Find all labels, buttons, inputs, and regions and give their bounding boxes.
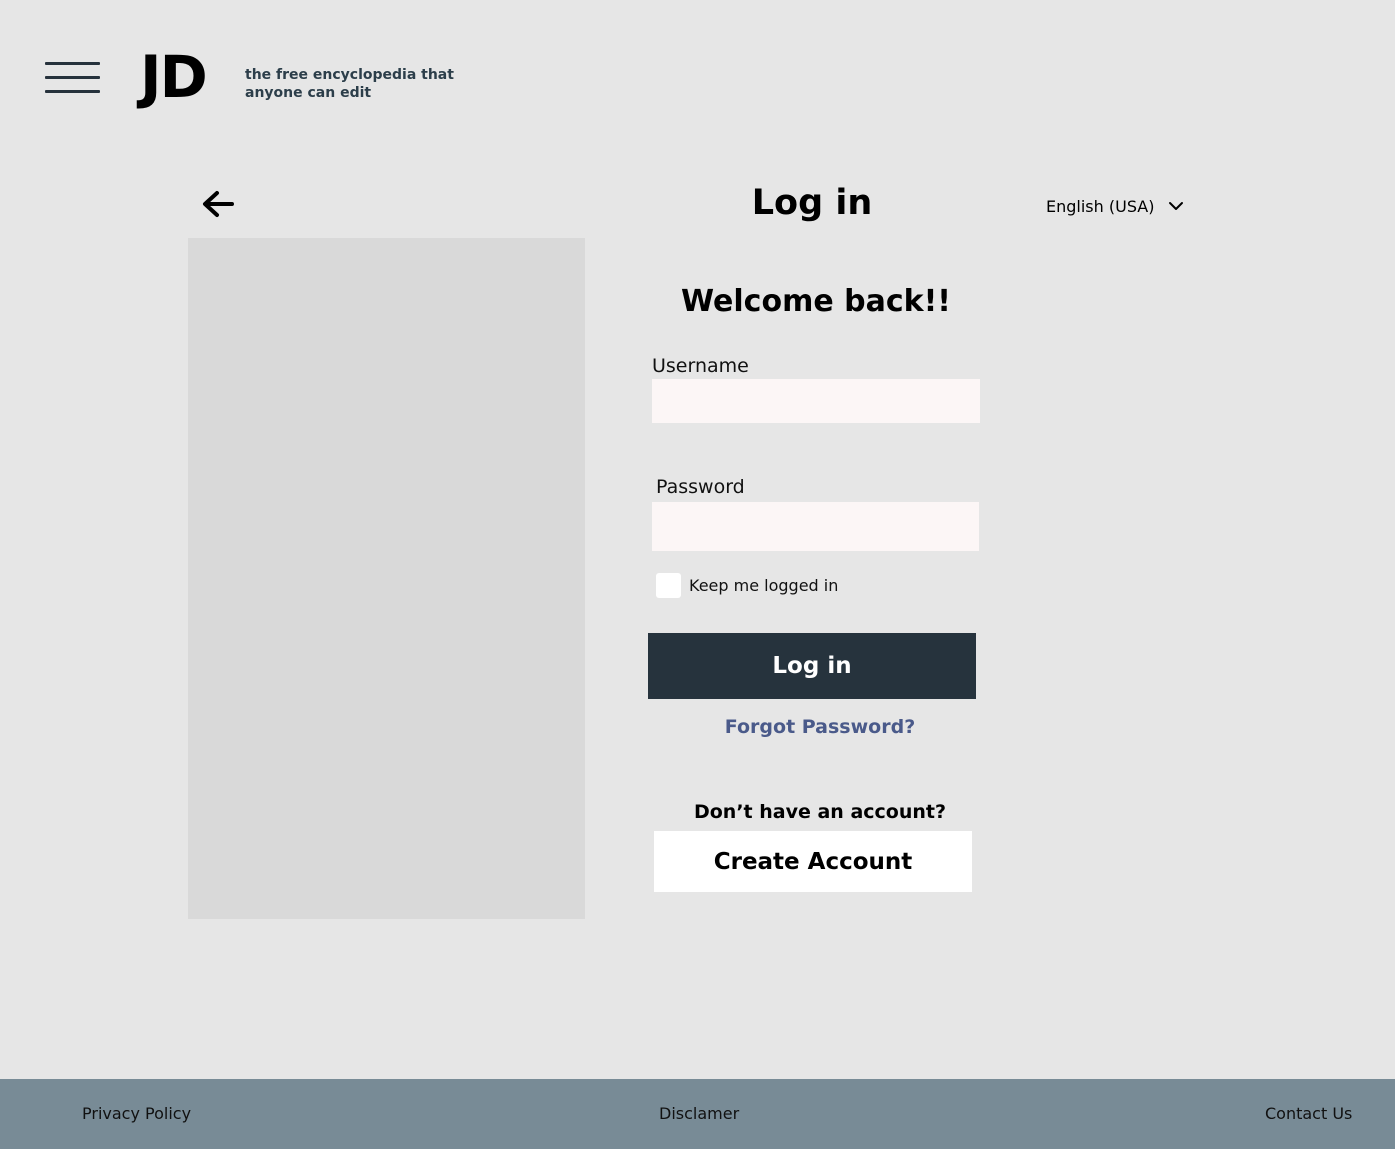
- privacy-policy-link[interactable]: Privacy Policy: [82, 1104, 191, 1124]
- hamburger-icon: [45, 62, 100, 65]
- chevron-down-icon: [1169, 202, 1184, 210]
- language-selector[interactable]: English (USA): [1046, 194, 1184, 218]
- tagline-line-2: anyone can edit: [245, 85, 372, 101]
- username-input[interactable]: [652, 379, 980, 423]
- create-account-label: Create Account: [713, 848, 913, 875]
- keep-logged-in-checkbox[interactable]: [656, 573, 681, 598]
- page-title: Log in: [751, 183, 873, 223]
- menu-button[interactable]: [45, 62, 100, 94]
- forgot-password-link[interactable]: Forgot Password?: [648, 714, 992, 740]
- create-account-button[interactable]: Create Account: [654, 831, 972, 892]
- image-placeholder: [188, 238, 585, 919]
- password-input[interactable]: [652, 502, 979, 551]
- username-label: Username: [652, 355, 749, 377]
- language-label: English (USA): [1046, 196, 1155, 216]
- welcome-heading: Welcome back!!: [681, 284, 951, 319]
- site-tagline: the free encyclopedia that anyone can ed…: [245, 66, 475, 102]
- disclaimer-link[interactable]: Disclamer: [659, 1104, 739, 1124]
- keep-logged-in-label: Keep me logged in: [689, 576, 839, 595]
- arrow-left-icon: [203, 191, 234, 217]
- site-logo[interactable]: JD: [140, 44, 208, 110]
- no-account-text: Don’t have an account?: [693, 801, 947, 823]
- back-button[interactable]: [200, 186, 236, 222]
- password-label: Password: [656, 476, 745, 498]
- contact-us-link[interactable]: Contact Us: [1265, 1104, 1352, 1124]
- login-button-label: Log in: [772, 653, 852, 679]
- tagline-line-1: the free encyclopedia that: [245, 67, 454, 83]
- login-button[interactable]: Log in: [648, 633, 976, 699]
